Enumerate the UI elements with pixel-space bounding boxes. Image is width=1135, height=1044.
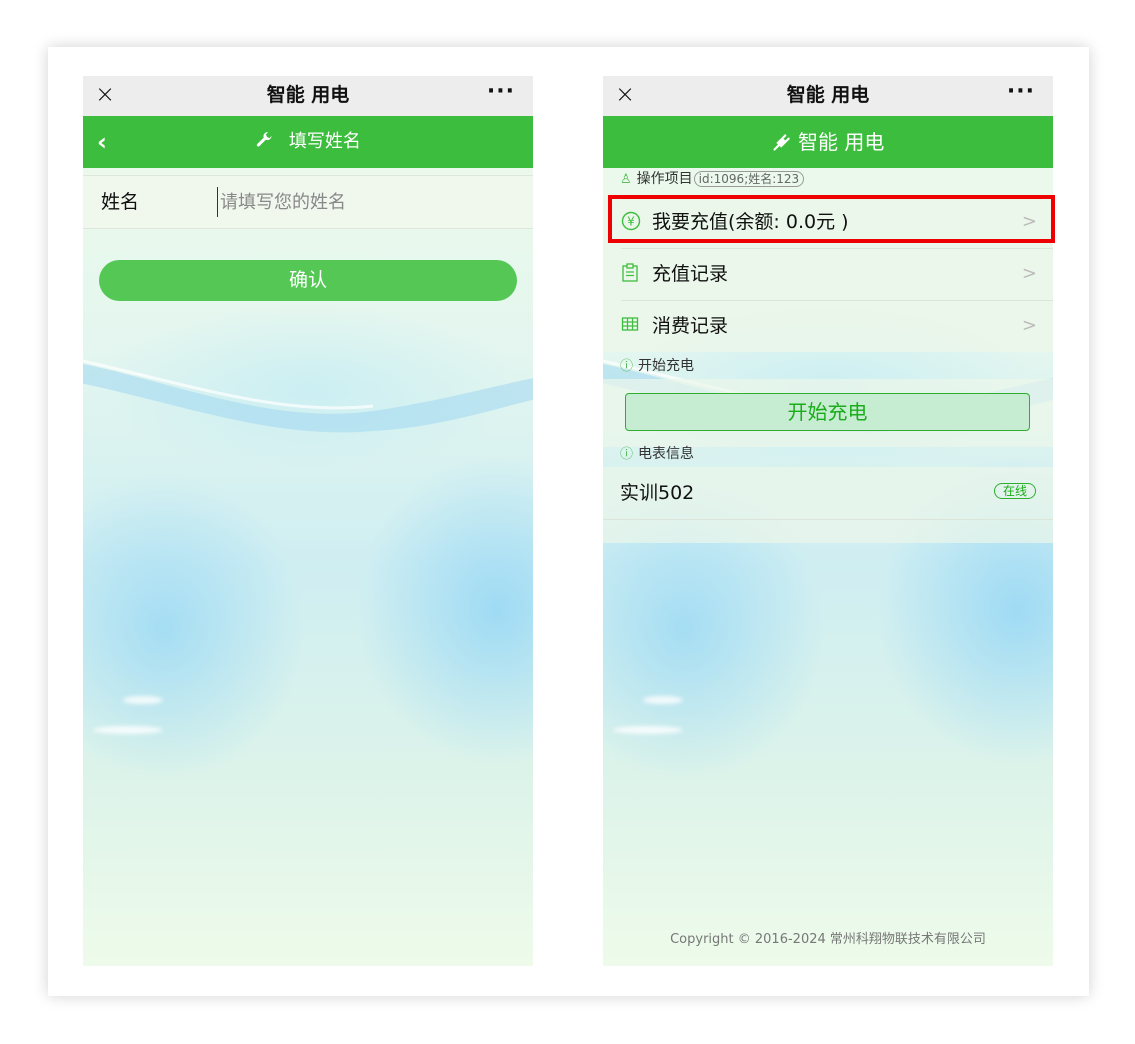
background-cloud xyxy=(643,696,683,704)
section-label: 开始充电 xyxy=(638,358,695,374)
page-title: 填写姓名 xyxy=(288,131,361,152)
user-icon: ♙ xyxy=(620,172,632,187)
meter-name: 实训502 xyxy=(620,482,695,504)
background-cloud xyxy=(613,726,683,734)
section-header-charge: ⓘ 开始充电 xyxy=(603,356,1053,376)
section-label: 操作项目 xyxy=(636,171,693,187)
name-form-row: 姓名 xyxy=(83,175,533,229)
menu-item-recharge-records[interactable]: 充值记录 > xyxy=(603,248,1053,300)
app-title: 智能 用电 xyxy=(266,84,350,106)
section-header-project: ♙ 操作项目 id:1096;姓名:123 xyxy=(603,169,1053,189)
info-icon: ⓘ xyxy=(620,359,634,374)
app-title: 智能 用电 xyxy=(786,84,870,106)
chevron-right-icon: > xyxy=(1021,263,1037,284)
clipboard-icon xyxy=(621,263,639,289)
highlight-box xyxy=(608,195,1055,243)
chevron-right-icon: > xyxy=(1021,315,1037,336)
project-id-badge: id:1096;姓名:123 xyxy=(693,171,805,187)
wrench-icon xyxy=(255,131,279,152)
menu-label: 充值记录 xyxy=(652,263,729,285)
left-phone-screen: × 智能 用电 ··· ‹ 填写姓名 姓名 确认 xyxy=(83,76,533,966)
background-cloud xyxy=(123,696,163,704)
background-cloud xyxy=(93,726,163,734)
more-options-icon[interactable]: ··· xyxy=(1007,78,1035,106)
background-wave xyxy=(83,359,533,433)
menu-item-consumption-records[interactable]: 消费记录 > xyxy=(603,300,1053,352)
section-label: 电表信息 xyxy=(638,446,695,462)
name-label: 姓名 xyxy=(101,191,140,213)
page-title-wrap: 填写姓名 xyxy=(83,129,533,155)
status-badge: 在线 xyxy=(993,483,1036,499)
page-header: ‹ 填写姓名 xyxy=(83,116,533,168)
table-icon xyxy=(621,315,639,339)
copyright-text: Copyright © 2016-2024 常州科翔物联技术有限公司 xyxy=(670,932,986,947)
start-charging-button[interactable]: 开始充电 xyxy=(625,393,1030,431)
plug-icon xyxy=(772,130,798,154)
page-title-wrap: 智能 用电 xyxy=(603,129,1053,155)
wechat-title-bar: × 智能 用电 ··· xyxy=(83,76,533,116)
menu-label: 消费记录 xyxy=(652,315,729,337)
info-icon: ⓘ xyxy=(620,447,634,462)
wechat-title-bar: × 智能 用电 ··· xyxy=(603,76,1053,116)
name-input[interactable] xyxy=(217,187,510,217)
more-options-icon[interactable]: ··· xyxy=(487,78,515,106)
confirm-button[interactable]: 确认 xyxy=(99,260,517,301)
meter-row[interactable]: 实训502 在线 xyxy=(603,469,1053,520)
page-title: 智能 用电 xyxy=(798,130,885,154)
section-header-meter: ⓘ 电表信息 xyxy=(603,444,1053,464)
page-header: 智能 用电 xyxy=(603,116,1053,168)
